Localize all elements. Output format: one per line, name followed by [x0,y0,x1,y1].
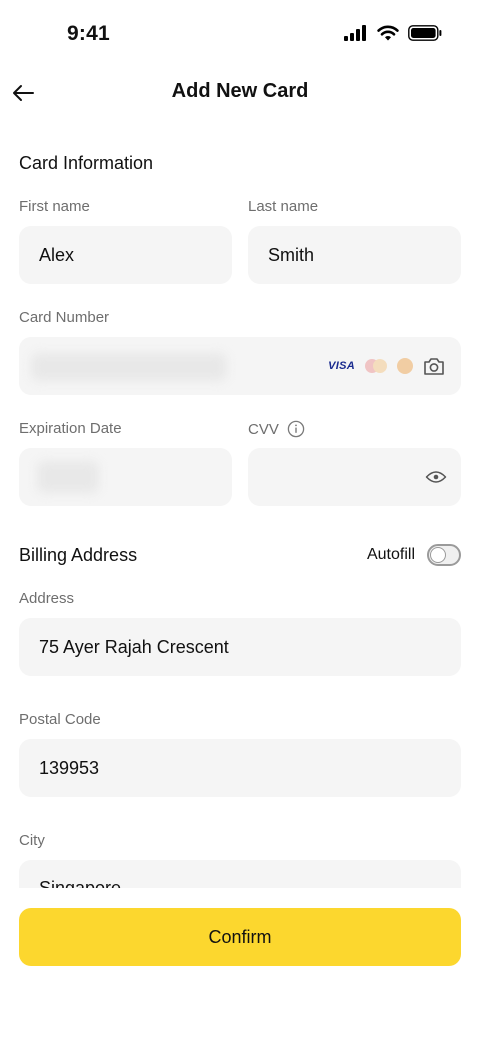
confirm-label: Confirm [208,926,272,947]
toggle-knob [430,547,446,563]
redacted-card-number [31,353,227,381]
wifi-icon [377,25,399,41]
discover-logo [397,358,413,374]
first-name-label: First name [19,198,90,215]
battery-icon [408,25,442,41]
city-label: City [19,832,45,849]
mastercard-logo [365,359,387,373]
confirm-button[interactable]: Confirm [19,908,461,966]
status-icons [344,25,442,41]
status-bar: 9:41 [0,0,480,70]
cvv-label: CVV [248,420,279,438]
autofill-toggle[interactable] [427,544,461,566]
nav-header: Add New Card [0,70,480,116]
address-field[interactable]: 75 Ayer Rajah Crescent [19,618,461,676]
autofill-row: Autofill [367,544,461,566]
card-number-field[interactable]: VISA [19,337,461,395]
first-name-value: Alex [39,244,75,265]
city-value: Singapore [39,878,122,888]
card-information-heading: Card Information [19,153,154,173]
page-title: Add New Card [171,80,309,102]
first-name-field[interactable]: Alex [19,226,232,284]
billing-address-heading: Billing Address [19,545,138,565]
city-field[interactable]: Singapore [19,860,461,888]
cvv-label-row: CVV [248,420,305,438]
cvv-field[interactable] [248,448,461,506]
postal-code-field[interactable]: 139953 [19,739,461,797]
postal-code-value: 139953 [39,757,100,778]
last-name-label: Last name [248,198,319,215]
card-form[interactable]: Card Information First name Last name Al… [0,116,480,888]
camera-icon[interactable] [423,356,445,376]
status-time: 9:41 [67,22,110,45]
postal-code-label: Postal Code [19,711,101,728]
visa-logo: VISA [328,360,355,372]
address-label: Address [19,590,75,607]
expiration-date-label: Expiration Date [19,420,122,437]
address-value: 75 Ayer Rajah Crescent [39,636,229,657]
autofill-label: Autofill [366,546,415,563]
eye-icon[interactable] [425,469,447,485]
card-brands: VISA [328,337,445,395]
redacted-expiration-date [37,461,99,493]
last-name-value: Smith [268,244,315,265]
expiration-date-field[interactable] [19,448,232,506]
card-number-label: Card Number [19,309,110,326]
last-name-field[interactable]: Smith [248,226,461,284]
cellular-signal-icon [344,25,366,41]
info-icon[interactable] [287,420,305,438]
